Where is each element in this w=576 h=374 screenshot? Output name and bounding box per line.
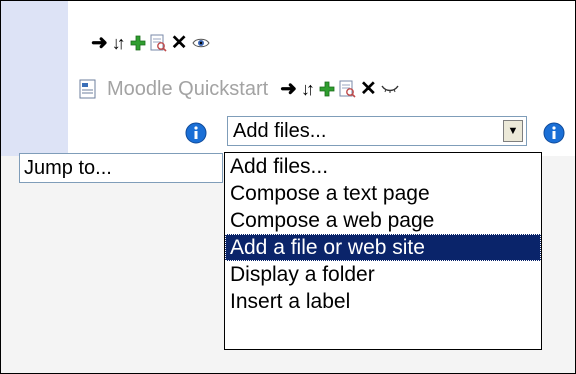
option-add-file-or-web-site[interactable]: Add a file or web site [225, 234, 541, 261]
document-icon [79, 79, 97, 99]
delete-icon[interactable]: ✕ [171, 33, 188, 53]
add-resource-dropdown: Add files... Compose a text page Compose… [224, 152, 542, 350]
page-frame: ➜ ↓↑ ✕ Moodle Quickstart ➜ ↓↑ ✕ Add file… [0, 0, 576, 374]
move-arrow-icon[interactable]: ➜ [280, 79, 297, 99]
move-updown-icon[interactable]: ↓↑ [112, 33, 126, 54]
option-add-files[interactable]: Add files... [225, 153, 541, 180]
hidden-eye-icon[interactable] [381, 83, 399, 95]
jump-to-select[interactable]: Jump to... [19, 153, 223, 183]
add-icon[interactable] [319, 81, 335, 97]
edit-icon[interactable] [339, 80, 356, 98]
add-resource-select-value: Add files... [233, 119, 327, 142]
move-updown-icon[interactable]: ↓↑ [301, 79, 315, 100]
chevron-down-icon[interactable]: ▼ [503, 120, 523, 142]
delete-icon[interactable]: ✕ [360, 79, 377, 99]
left-sidebar-band [1, 1, 68, 156]
option-compose-web-page[interactable]: Compose a web page [225, 207, 541, 234]
info-icon[interactable] [543, 122, 565, 144]
add-icon[interactable] [130, 35, 146, 51]
option-display-folder[interactable]: Display a folder [225, 261, 541, 288]
visibility-eye-icon[interactable] [191, 36, 210, 50]
add-resource-select[interactable]: Add files... ▼ [227, 116, 527, 146]
section-tools-row: ➜ ↓↑ ✕ [91, 31, 214, 55]
resource-link[interactable]: Moodle Quickstart [107, 78, 268, 101]
move-arrow-icon[interactable]: ➜ [91, 33, 108, 53]
info-icon[interactable] [185, 122, 207, 144]
resource-row: Moodle Quickstart ➜ ↓↑ ✕ [79, 76, 403, 102]
option-compose-text-page[interactable]: Compose a text page [225, 180, 541, 207]
option-insert-label[interactable]: Insert a label [225, 288, 541, 315]
edit-icon[interactable] [150, 34, 167, 52]
